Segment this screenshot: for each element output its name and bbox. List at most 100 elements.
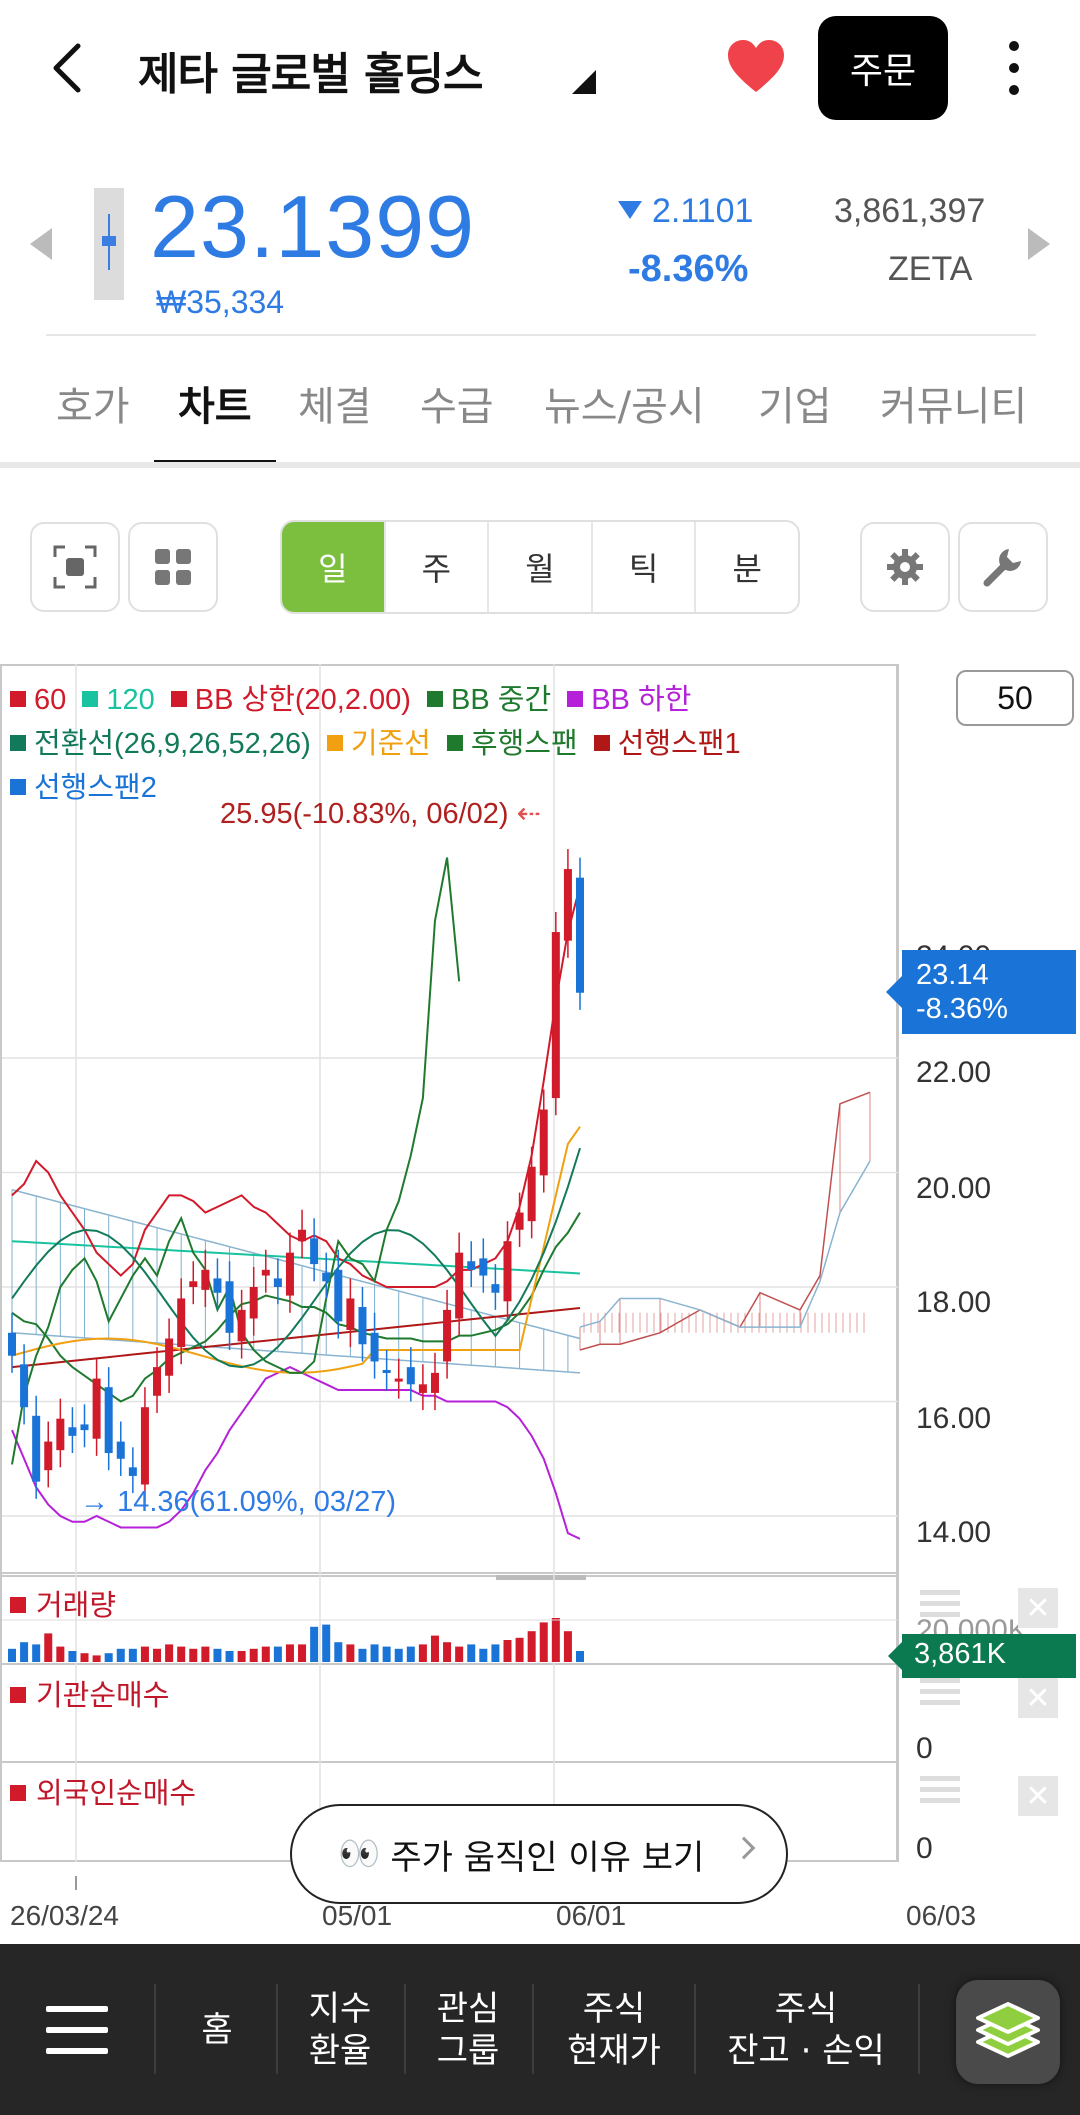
heart-icon[interactable] [726,38,786,94]
x-axis-date: 06/01 [556,1900,627,1931]
tab-community[interactable]: 커뮤니티 [880,374,1027,432]
next-stock-arrow-icon[interactable] [1028,228,1050,260]
period-week[interactable]: 주 [383,522,488,612]
tab-orderbook[interactable]: 호가 [56,374,130,432]
down-triangle-icon [618,201,642,220]
volume-bar [201,1646,210,1662]
volume-bar [32,1644,41,1662]
volume-bar [298,1644,307,1662]
nav-balance-pnl[interactable]: 주식 잔고 · 손익 [696,1944,916,2115]
candle-body [576,877,584,993]
close-institution-panel-icon[interactable]: ✕ [1018,1678,1058,1718]
layers-button[interactable] [956,1980,1060,2084]
candle-body [527,1166,536,1222]
price-change-percent: -8.36% [628,248,749,290]
candle-body [479,1258,488,1276]
price-change-value: 2.1101 [652,192,754,230]
volume-bar [406,1646,415,1662]
candle-body [394,1378,403,1382]
tab-news[interactable]: 뉴스/공시 [544,374,705,432]
candle-body [56,1418,65,1451]
caret-down-icon[interactable] [572,70,596,94]
legend-lagging-span: 후행스팬 [446,728,578,760]
candle-body [153,1367,162,1396]
legend-leading-span2: 선행스팬2 [10,772,157,804]
candle-body [370,1332,379,1362]
leading-span2-future [579,1160,871,1328]
layout-grid-button[interactable] [128,522,218,612]
volume-bar [261,1646,270,1662]
candle-count-input[interactable]: 50 [956,670,1074,726]
tab-executions[interactable]: 체결 [298,374,372,432]
nav-stock-price[interactable]: 주식 현재가 [534,1944,694,2115]
back-chevron-icon[interactable] [48,40,88,96]
chart-settings-button[interactable] [860,522,950,612]
x-axis-date: 26/03/24 [10,1900,119,1931]
tab-supply[interactable]: 수급 [420,374,494,432]
panel-drag-handle-icon[interactable] [920,1776,960,1806]
volume-panel-label: 거래량 [10,1582,116,1624]
previous-stock-arrow-icon[interactable] [30,228,52,260]
candle-body [539,1109,548,1176]
y-axis-label: 18.00 [916,1286,992,1319]
candle-body [322,1272,331,1282]
y-axis-label: 20.00 [916,1172,992,1205]
page-title[interactable]: 제타 글로벌 홀딩스 [138,38,483,102]
leading-span1-future [579,1091,871,1351]
volume-bar [370,1644,379,1662]
candle-body [563,869,572,941]
volume-bar [20,1642,29,1662]
header: 제타 글로벌 홀딩스 주문 [0,0,1080,140]
candle-body [443,1309,452,1362]
period-month[interactable]: 월 [487,522,591,612]
volume-bar [455,1646,464,1662]
volume-bar [249,1648,258,1662]
volume-bar [189,1648,198,1662]
panel-drag-handle-icon[interactable] [920,1678,960,1708]
stock-chart[interactable]: 60 120 BB 상한(20,2.00) BB 중간 BB 하한 전환선(26… [0,664,1080,1944]
tab-chart[interactable]: 차트 [178,374,252,432]
period-minute[interactable]: 분 [694,522,798,612]
volume-bar [128,1648,137,1662]
close-foreign-panel-icon[interactable]: ✕ [1018,1776,1058,1816]
legend-row-3: 선행스팬2 [10,764,157,806]
period-tick[interactable]: 틱 [590,522,695,612]
volume-bar [479,1648,488,1662]
chart-tools-button[interactable] [958,522,1048,612]
period-day[interactable]: 일 [282,522,384,612]
close-volume-panel-icon[interactable]: ✕ [1018,1588,1058,1628]
candle-body [20,1364,29,1408]
legend-ma120: 120 [82,684,155,716]
screenshot-button[interactable] [30,522,120,612]
legend-leading-span1: 선행스팬1 [593,728,741,760]
volume-bar [382,1646,391,1662]
candle-body [418,1384,427,1393]
lagging-span [11,857,461,1465]
tab-bar: 호가 차트 체결 수급 뉴스/공시 기업 커뮤니티 [0,350,1080,468]
volume-bar [92,1655,101,1662]
x-axis-date: 06/03 [906,1900,977,1931]
panel-drag-handle-icon[interactable] [920,1590,960,1620]
y-axis-label: 14.00 [916,1516,992,1549]
nav-index-exchange[interactable]: 지수 환율 [278,1944,402,2115]
candle-body [225,1281,234,1333]
price-movement-reason-button[interactable]: 👀 주가 움직인 이유 보기 [290,1804,788,1904]
more-vertical-icon[interactable] [1000,38,1028,98]
candle-body [406,1367,415,1385]
nav-watchlist[interactable]: 관심 그룹 [406,1944,530,2115]
order-button[interactable]: 주문 [818,16,948,120]
tab-company[interactable]: 기업 [758,374,832,432]
volume-bar [273,1646,282,1662]
volume-bar [576,1651,584,1662]
volume-bar [394,1648,403,1662]
foreign-axis-label: 0 [916,1832,933,1865]
candle-body [140,1407,149,1485]
candle-body [261,1269,270,1276]
foreign-panel-label: 외국인순매수 [10,1770,196,1812]
volume-bar [539,1622,548,1662]
legend-bb-upper: BB 상한(20,2.00) [170,684,411,716]
hamburger-menu-icon[interactable] [46,2006,108,2054]
legend-conversion-line: 전환선(26,9,26,52,26) [10,728,311,760]
nav-home[interactable]: 홈 [160,1944,274,2115]
candle-body [334,1269,343,1322]
